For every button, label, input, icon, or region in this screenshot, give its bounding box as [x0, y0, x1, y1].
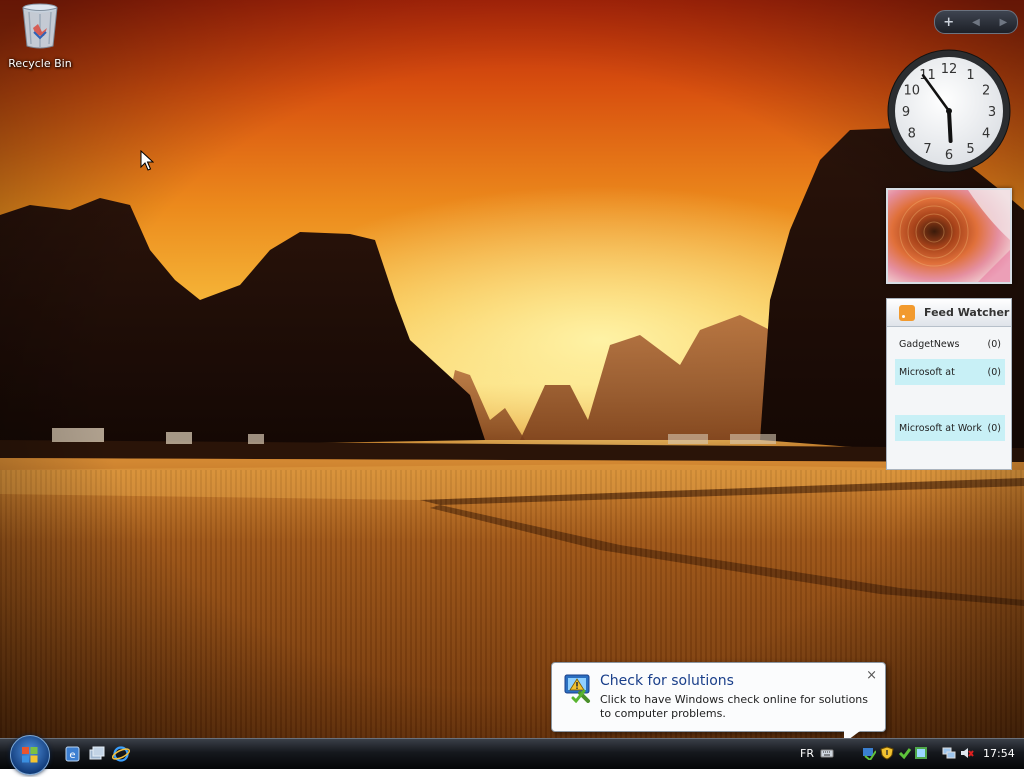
- rss-icon: [899, 304, 915, 321]
- clock-number: 9: [902, 105, 910, 120]
- clock-hour-hand: [947, 109, 953, 143]
- network-icon[interactable]: [942, 746, 956, 760]
- sidebar-controls: + ◀ ▶: [934, 10, 1018, 34]
- prev-gadget-button[interactable]: ◀: [967, 17, 985, 28]
- feed-watcher-header: Feed Watcher: [887, 299, 1011, 327]
- taskbar: e FR 17:54: [0, 735, 1024, 775]
- windows-logo-icon: [22, 747, 38, 763]
- defender-icon[interactable]: [898, 746, 912, 760]
- action-center-tray-icon[interactable]: [862, 746, 876, 760]
- feed-count: (0): [987, 366, 1001, 378]
- clock-number: 7: [923, 142, 931, 157]
- notification-close-button[interactable]: ×: [866, 668, 877, 683]
- clock-number: 3: [988, 105, 996, 120]
- feed-spacer: [895, 387, 1005, 413]
- network-status-icon[interactable]: [914, 746, 928, 760]
- clock-number: 1: [966, 68, 974, 83]
- clock-number: 6: [945, 148, 953, 163]
- desktop-icon-label: Recycle Bin: [8, 57, 72, 70]
- clock-number: 12: [941, 62, 958, 77]
- mouse-cursor-icon: [140, 150, 154, 171]
- clock-gadget[interactable]: 12 1234567891011: [886, 48, 1012, 174]
- security-shield-icon[interactable]: [880, 746, 894, 760]
- recycle-bin-icon: [22, 3, 58, 49]
- feed-item[interactable]: GadgetNews (0): [895, 331, 1005, 357]
- quicklaunch-internet-explorer-icon[interactable]: [112, 745, 130, 763]
- clock-number: 10: [904, 84, 921, 99]
- feed-item[interactable]: Microsoft at Work (0): [895, 415, 1005, 441]
- desktop[interactable]: Recycle Bin + ◀ ▶ 12 1 2 3 4 5 6 7 8 9 10 11: [0, 0, 1024, 738]
- next-gadget-button[interactable]: ▶: [994, 17, 1012, 28]
- action-center-icon: [564, 674, 590, 703]
- feed-watcher-title: Feed Watcher: [924, 306, 1010, 319]
- feed-name: Microsoft at: [899, 366, 955, 378]
- keyboard-icon[interactable]: [820, 746, 834, 760]
- start-button[interactable]: [10, 735, 50, 775]
- quicklaunch-internet-icon[interactable]: e: [64, 745, 82, 763]
- add-gadget-button[interactable]: +: [940, 15, 958, 30]
- notification-text: Click to have Windows check online for s…: [600, 693, 868, 720]
- language-indicator[interactable]: FR: [800, 747, 814, 760]
- desktop-icon-recycle-bin[interactable]: Recycle Bin: [4, 2, 76, 70]
- volume-muted-icon[interactable]: [960, 746, 974, 760]
- clock-number: 8: [908, 127, 916, 142]
- feed-count: (0): [987, 422, 1001, 434]
- feed-count: (0): [987, 338, 1001, 350]
- notification-title: Check for solutions: [600, 673, 734, 689]
- notification-tail: [844, 731, 860, 738]
- feed-name: Microsoft at Work: [899, 422, 982, 434]
- clock-number: 2: [982, 84, 990, 99]
- notification-balloon[interactable]: Check for solutions Click to have Window…: [551, 662, 886, 738]
- clock-number: 4: [982, 127, 990, 142]
- taskbar-clock[interactable]: 17:54: [983, 747, 1015, 760]
- clock-number: 5: [966, 142, 974, 157]
- slideshow-image: [888, 190, 1010, 282]
- svg-text:e: e: [69, 750, 75, 761]
- feed-watcher-gadget[interactable]: Feed Watcher GadgetNews (0) Microsoft at…: [886, 298, 1012, 470]
- feed-name: GadgetNews: [899, 338, 960, 350]
- feed-item[interactable]: Microsoft at (0): [895, 359, 1005, 385]
- slideshow-gadget[interactable]: [886, 188, 1012, 284]
- quicklaunch-show-desktop-icon[interactable]: [88, 745, 106, 763]
